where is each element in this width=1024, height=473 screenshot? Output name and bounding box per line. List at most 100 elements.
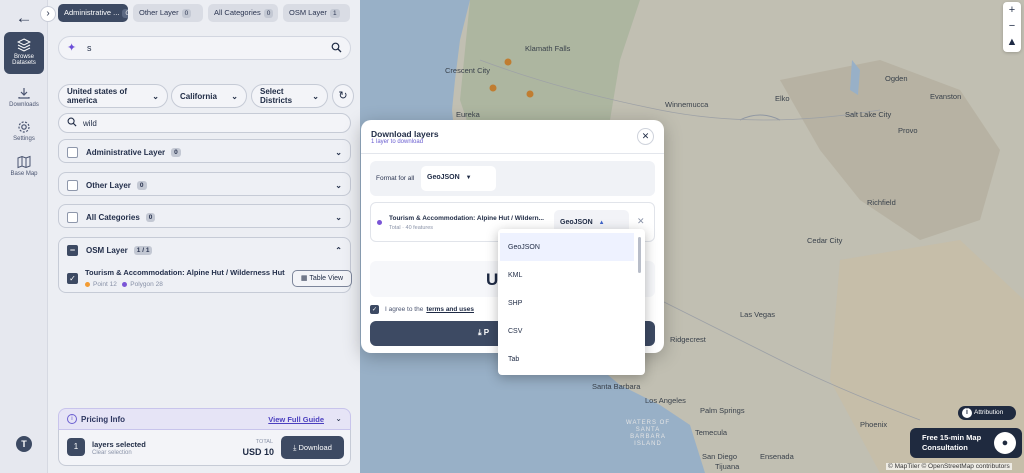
format-for-all-select[interactable]: GeoJSON ▼ [421, 166, 496, 191]
rail-browse-datasets[interactable]: Browse Datasets [4, 32, 44, 74]
terms-link[interactable]: terms and uses [426, 306, 474, 313]
info-icon: i [962, 408, 972, 418]
tab-label: Administrative ... [64, 8, 120, 17]
consult-line-2: Consultation [922, 443, 968, 452]
consult-line-1: Free 15-min Map [922, 433, 982, 442]
format-option-geojson[interactable]: GeoJSON [500, 233, 634, 261]
consultation-button[interactable]: Free 15-min Map Consultation ● [910, 428, 1022, 458]
terms-checkbox[interactable]: ✓ [370, 305, 379, 314]
group-other-layer[interactable]: Other Layer 0 ⌄ [58, 172, 351, 196]
chevron-right-icon[interactable]: › [40, 6, 56, 22]
format-for-all-row: Format for all GeoJSON ▼ [370, 161, 655, 196]
search-value: s [87, 43, 92, 53]
tab-label: OSM Layer [289, 8, 327, 17]
state-select[interactable]: California ⌄ [171, 84, 247, 108]
dataset-search-input[interactable]: ✦ s [58, 36, 351, 60]
point-count: Point 12 [93, 281, 117, 288]
proceed-label: P [483, 328, 490, 337]
country-value: United states of america [67, 87, 128, 105]
chevron-down-icon: ⌄ [231, 91, 238, 101]
layer-title: Tourism & Accommodation: Alpine Hut / Wi… [85, 268, 285, 277]
tab-administrative[interactable]: Administrative ... 0 [58, 4, 128, 22]
layer-meta: Point 12 Polygon 28 [85, 281, 163, 288]
compass-icon[interactable]: ▲ [1003, 34, 1021, 50]
districts-select[interactable]: Select Districts ⌄ [251, 84, 328, 108]
group-checkbox[interactable] [67, 179, 78, 191]
back-arrow-icon[interactable]: ← [14, 8, 34, 28]
chevron-down-icon[interactable]: ⌄ [335, 213, 342, 222]
layer-name: Tourism & Accommodation: Alpine Hut / Wi… [389, 215, 544, 222]
left-rail: ← Browse Datasets Downloads Settings Bas… [0, 0, 48, 473]
pricing-info-bar[interactable]: i Pricing Info View Full Guide ⌄ [58, 408, 351, 430]
group-checkbox[interactable] [67, 146, 78, 158]
close-icon[interactable]: ✕ [637, 128, 654, 145]
rail-label: Base Map [10, 171, 38, 177]
country-select[interactable]: United states of america ⌄ [58, 84, 168, 108]
chevron-up-icon: ▲ [598, 220, 605, 226]
selection-summary: 1 layers selected Clear selection TOTAL … [58, 430, 351, 466]
view-full-guide-link[interactable]: View Full Guide [268, 415, 324, 424]
layer-checkbox[interactable]: ✓ [67, 273, 78, 284]
modal-subtitle: 1 layer to download [371, 139, 424, 145]
rail-label: Settings [13, 136, 35, 142]
divider [361, 153, 664, 154]
tab-other-layer[interactable]: Other Layer 0 [133, 4, 203, 22]
total-value: USD 10 [242, 447, 274, 457]
group-count: 0 [136, 180, 147, 190]
format-for-all-value: GeoJSON [427, 174, 460, 181]
group-all-categories[interactable]: All Categories 0 ⌄ [58, 204, 351, 228]
chevron-down-icon[interactable]: ⌄ [335, 181, 342, 190]
polygon-count: Polygon 28 [130, 281, 163, 288]
layer-format-value: GeoJSON [560, 219, 593, 226]
rail-downloads[interactable]: Downloads [4, 86, 44, 108]
refresh-icon[interactable]: ↻ [332, 84, 354, 108]
search-icon [67, 117, 77, 127]
chevron-down-icon[interactable]: ⌄ [335, 414, 342, 423]
group-label: Other Layer [86, 180, 131, 190]
group-label: All Categories [86, 212, 140, 222]
chevron-down-icon: ⌄ [152, 91, 159, 101]
clear-selection-link[interactable]: Clear selection [92, 450, 132, 456]
rail-label: Browse Datasets [12, 54, 36, 66]
remove-layer-icon[interactable]: ✕ [637, 216, 645, 227]
dropdown-scrollbar[interactable] [638, 237, 641, 273]
group-administrative-layer[interactable]: Administrative Layer 0 ⌄ [58, 139, 351, 163]
rail-settings[interactable]: Settings [4, 120, 44, 142]
search-icon[interactable] [331, 42, 342, 53]
pricing-label: Pricing Info [81, 415, 125, 424]
group-osm-layer[interactable]: − OSM Layer 1 / 1 ⌃ ✓ Tourism & Accommod… [58, 237, 352, 294]
layer-features: Total · 40 features [389, 225, 434, 231]
table-view-button[interactable]: ▦ Table View [292, 270, 352, 287]
download-button[interactable]: ⤓ Download [281, 436, 344, 459]
rail-label: Downloads [9, 102, 39, 108]
group-count: 0 [145, 212, 156, 222]
group-checkbox[interactable]: − [67, 244, 78, 256]
format-option-shp[interactable]: SHP [500, 289, 634, 317]
tab-label: All Categories [214, 8, 261, 17]
tab-all-categories[interactable]: All Categories 0 [208, 4, 278, 22]
chevron-down-icon[interactable]: ⌄ [335, 148, 342, 157]
layer-filter-input[interactable]: wild [58, 113, 351, 133]
chevron-up-icon[interactable]: ⌃ [335, 246, 342, 255]
chat-icon: ● [994, 432, 1016, 454]
attribution-button[interactable]: i Attribution [958, 406, 1016, 420]
agree-text: I agree to the [385, 306, 424, 313]
sparkle-icon: ✦ [67, 42, 77, 54]
zoom-in-icon[interactable]: + [1003, 2, 1021, 18]
rail-base-map[interactable]: Base Map [4, 155, 44, 177]
format-option-csv[interactable]: CSV [500, 317, 634, 345]
format-for-all-label: Format for all [376, 175, 415, 182]
terms-agreement[interactable]: ✓ I agree to the terms and uses [370, 305, 474, 314]
format-option-kml[interactable]: KML [500, 261, 634, 289]
tab-osm-layer[interactable]: OSM Layer 1 [283, 4, 350, 22]
download-icon [18, 88, 30, 99]
osm-layer-item[interactable]: ✓ Tourism & Accommodation: Alpine Hut / … [67, 266, 352, 294]
group-checkbox[interactable] [67, 211, 78, 223]
zoom-out-icon[interactable]: − [1003, 18, 1021, 34]
tab-label: Other Layer [139, 8, 179, 17]
chevron-down-icon: ▼ [465, 175, 472, 181]
group-count: 0 [171, 147, 181, 157]
format-option-tab[interactable]: Tab [500, 345, 634, 373]
selected-count: 1 [67, 438, 85, 456]
user-avatar[interactable]: T [16, 436, 32, 452]
